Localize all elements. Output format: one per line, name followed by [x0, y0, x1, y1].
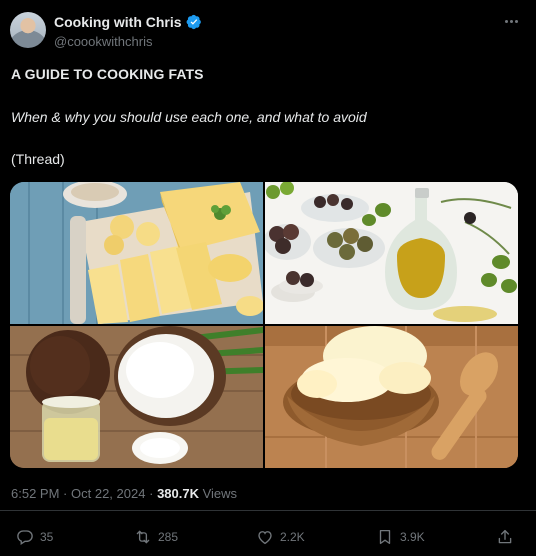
like-count: 2.2K — [280, 530, 305, 544]
repost-count: 285 — [158, 530, 179, 544]
coconut-oil-image[interactable] — [10, 326, 263, 468]
post-date[interactable]: Oct 22, 2024 — [71, 486, 145, 501]
olive-oil-image[interactable] — [265, 182, 518, 324]
reply-count: 35 — [40, 530, 54, 544]
post-time[interactable]: 6:52 PM — [11, 486, 59, 501]
more-dot-icon — [509, 19, 513, 23]
author-display-name[interactable]: Cooking with Chris — [54, 14, 182, 30]
post-subtitle: When & why you should use each one, and … — [11, 109, 367, 125]
butter-image[interactable] — [10, 182, 263, 324]
repost-button[interactable]: 285 — [134, 528, 178, 546]
divider — [0, 510, 536, 511]
thread-label: (Thread) — [11, 151, 65, 167]
tweet: Cooking with Chris @coookwithchris A GUI… — [0, 0, 536, 556]
bookmark-count: 3.9K — [400, 530, 425, 544]
meta-separator: · — [149, 486, 154, 501]
meta-separator: · — [63, 486, 68, 501]
action-bar: 35 285 2.2K 3.9K — [0, 524, 536, 552]
more-options-button[interactable] — [500, 12, 522, 30]
bookmark-icon — [379, 529, 391, 545]
like-button[interactable]: 2.2K — [256, 528, 305, 546]
ghee-image[interactable] — [265, 326, 518, 468]
repost-icon — [136, 530, 150, 544]
reply-button[interactable]: 35 — [16, 528, 53, 546]
views-label: Views — [202, 486, 238, 501]
bookmark-button[interactable]: 3.9K — [376, 528, 425, 546]
author-handle[interactable]: @coookwithchris — [54, 34, 152, 49]
more-dot-icon — [514, 19, 518, 23]
post-meta: 6:52 PM · Oct 22, 2024 · 380.7K Views — [11, 486, 237, 501]
share-button[interactable] — [496, 528, 514, 546]
author-row: Cooking with Chris — [54, 14, 202, 30]
heart-icon — [258, 531, 272, 545]
verified-badge-icon — [186, 14, 201, 30]
post-title: A GUIDE TO COOKING FATS — [11, 66, 204, 82]
avatar[interactable] — [10, 12, 46, 48]
more-dot-icon — [504, 19, 508, 23]
views-count: 380.7K — [157, 486, 199, 501]
share-icon — [498, 529, 512, 544]
media-grid — [10, 182, 518, 468]
reply-icon — [17, 530, 33, 545]
